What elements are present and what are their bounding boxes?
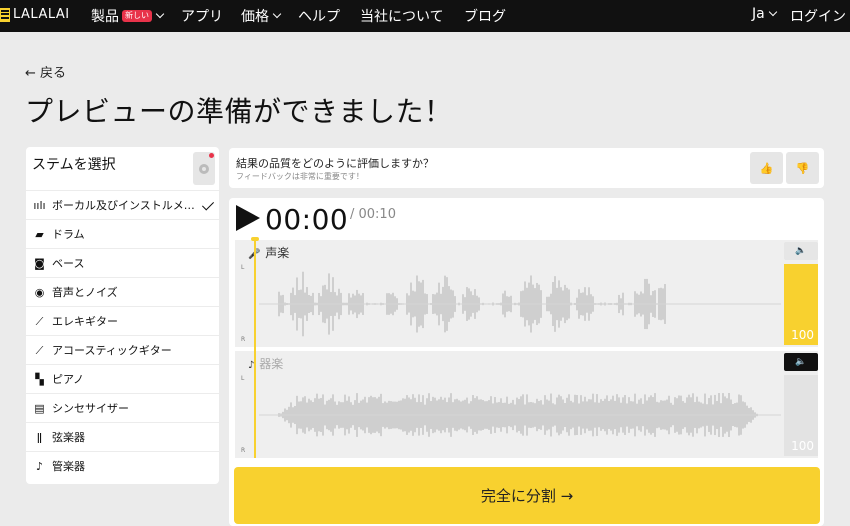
trumpet-icon: ♪ bbox=[35, 459, 44, 473]
stem-item-label: 管楽器 bbox=[52, 460, 85, 473]
channel-right-label: R bbox=[241, 447, 246, 454]
nav-about[interactable]: 当社について bbox=[360, 6, 444, 26]
logo-text: LALALAI bbox=[13, 7, 70, 22]
speaker-icon: 🔈 bbox=[795, 357, 807, 367]
notification-dot bbox=[209, 153, 214, 158]
stem-item[interactable]: ⟋ アコースティックギター bbox=[26, 335, 219, 364]
instrumental-waveform[interactable] bbox=[259, 361, 781, 453]
stem-item[interactable]: ⟋ エレキギター bbox=[26, 306, 219, 335]
new-badge: 新しい bbox=[122, 10, 152, 22]
stem-item[interactable]: ▤ シンセサイザー bbox=[26, 393, 219, 422]
stem-item[interactable]: ▰ ドラム bbox=[26, 219, 219, 248]
chevron-down-icon bbox=[155, 9, 165, 19]
channel-left-label: L bbox=[241, 375, 245, 382]
instrumental-track: ♪ 器楽 L R 🔈 100 bbox=[235, 351, 818, 458]
stem-item-label: ドラム bbox=[52, 228, 85, 241]
instrumental-mute-button[interactable]: 🔈 bbox=[784, 353, 818, 371]
feedback-question: 結果の品質をどのように評価しますか？ bbox=[236, 157, 434, 170]
stem-selector-title: ステムを選択 bbox=[32, 157, 116, 173]
channel-left-label: L bbox=[241, 264, 245, 271]
chevron-down-icon bbox=[272, 9, 282, 19]
stem-item[interactable]: ◉ 音声とノイズ bbox=[26, 277, 219, 306]
logo-icon bbox=[0, 7, 10, 22]
gear-icon bbox=[199, 163, 209, 174]
language-selector[interactable]: Ja bbox=[752, 6, 777, 22]
harp-icon: ǁ bbox=[36, 430, 43, 444]
nav-help[interactable]: ヘルプ bbox=[298, 6, 340, 26]
waveform-icon: ıılı bbox=[33, 198, 46, 212]
instrumental-volume-value: 100 bbox=[791, 439, 814, 453]
speaker-icon: 🔈 bbox=[795, 246, 807, 256]
stem-item-label: ピアノ bbox=[52, 373, 85, 386]
vocal-track: 🎤 声楽 L R 🔈 100 bbox=[235, 240, 818, 347]
thumbs-down-icon: 👎 bbox=[795, 161, 810, 175]
bass-amp-icon: ◙ bbox=[34, 256, 45, 270]
nav-pricing-label: 価格 bbox=[241, 9, 269, 25]
play-icon[interactable] bbox=[236, 205, 260, 231]
nav-products-label: 製品 bbox=[91, 9, 119, 25]
nav-apps[interactable]: アプリ bbox=[181, 6, 223, 26]
thumbs-up-button[interactable]: 👍 bbox=[750, 152, 783, 184]
vocal-volume-value: 100 bbox=[791, 328, 814, 342]
stem-item-label: シンセサイザー bbox=[52, 402, 129, 415]
synthesizer-icon: ▤ bbox=[34, 401, 45, 415]
checkmark-icon bbox=[201, 198, 215, 211]
vocal-mute-button[interactable]: 🔈 bbox=[784, 242, 818, 260]
feedback-subtitle: フィードバックは非常に重要です！ bbox=[236, 172, 364, 181]
thumbs-down-button[interactable]: 👎 bbox=[786, 152, 819, 184]
nav-blog[interactable]: ブログ bbox=[464, 6, 506, 26]
microphone-icon: ◉ bbox=[34, 285, 45, 299]
player-panel: 00:00 / 00:10 🎤 声楽 L R 🔈 100 ♪ 器楽 L R 🔈 … bbox=[229, 198, 824, 526]
stem-item-label: 音声とノイズ bbox=[52, 286, 118, 299]
acoustic-guitar-icon: ⟋ bbox=[35, 343, 44, 357]
stem-item[interactable]: ◙ ベース bbox=[26, 248, 219, 277]
stem-item[interactable]: ♪ 管楽器 bbox=[26, 451, 219, 480]
playhead[interactable] bbox=[251, 237, 259, 458]
stem-item[interactable]: ıılı ボーカル及びインストルメ… bbox=[26, 190, 219, 219]
duration: / 00:10 bbox=[350, 207, 396, 222]
stem-item-label: アコースティックギター bbox=[52, 344, 172, 357]
stem-item-label: エレキギター bbox=[52, 315, 118, 328]
language-label: Ja bbox=[752, 6, 765, 22]
stem-item-label: ベース bbox=[52, 257, 85, 270]
vocal-waveform[interactable] bbox=[259, 250, 781, 342]
stem-list: ıılı ボーカル及びインストルメ… ▰ ドラム ◙ ベース ◉ 音声とノイズ ⟋ エレキギター ⟋… bbox=[26, 190, 219, 480]
nav-products[interactable]: 製品 新しい bbox=[91, 6, 165, 26]
drum-icon: ▰ bbox=[35, 227, 44, 241]
stem-item[interactable]: ▚ ピアノ bbox=[26, 364, 219, 393]
stem-item[interactable]: ǁ 弦楽器 bbox=[26, 422, 219, 451]
thumbs-up-icon: 👍 bbox=[759, 161, 774, 175]
page-title: プレビューの準備ができました！ bbox=[25, 95, 453, 128]
piano-icon: ▚ bbox=[35, 372, 44, 386]
logo[interactable]: LALALAI bbox=[0, 7, 70, 22]
channel-right-label: R bbox=[241, 336, 246, 343]
feedback-bar: 結果の品質をどのように評価しますか？ フィードバックは非常に重要です！ 👍 👎 bbox=[229, 148, 824, 188]
stem-item-label: ボーカル及びインストルメ… bbox=[52, 199, 195, 212]
chevron-down-icon bbox=[768, 7, 777, 17]
current-time: 00:00 bbox=[265, 203, 349, 236]
vocal-volume-slider[interactable]: 100 bbox=[784, 264, 818, 345]
login-link[interactable]: ログイン bbox=[790, 6, 846, 26]
split-full-button[interactable]: 完全に分割 → bbox=[234, 467, 820, 524]
nav-pricing[interactable]: 価格 bbox=[241, 6, 282, 26]
back-link[interactable]: ← 戻る bbox=[25, 62, 66, 81]
stem-item-label: 弦楽器 bbox=[52, 431, 85, 444]
top-nav: LALALAI 製品 新しい アプリ 価格 ヘルプ 当社について ブログ Ja … bbox=[0, 0, 850, 32]
instrumental-volume-slider[interactable]: 100 bbox=[784, 375, 818, 456]
electric-guitar-icon: ⟋ bbox=[35, 314, 44, 328]
stem-settings-button[interactable] bbox=[193, 152, 215, 185]
stem-selector-panel: ステムを選択 ıılı ボーカル及びインストルメ… ▰ ドラム ◙ ベース ◉ 音声とノイズ ⟋… bbox=[26, 147, 219, 484]
